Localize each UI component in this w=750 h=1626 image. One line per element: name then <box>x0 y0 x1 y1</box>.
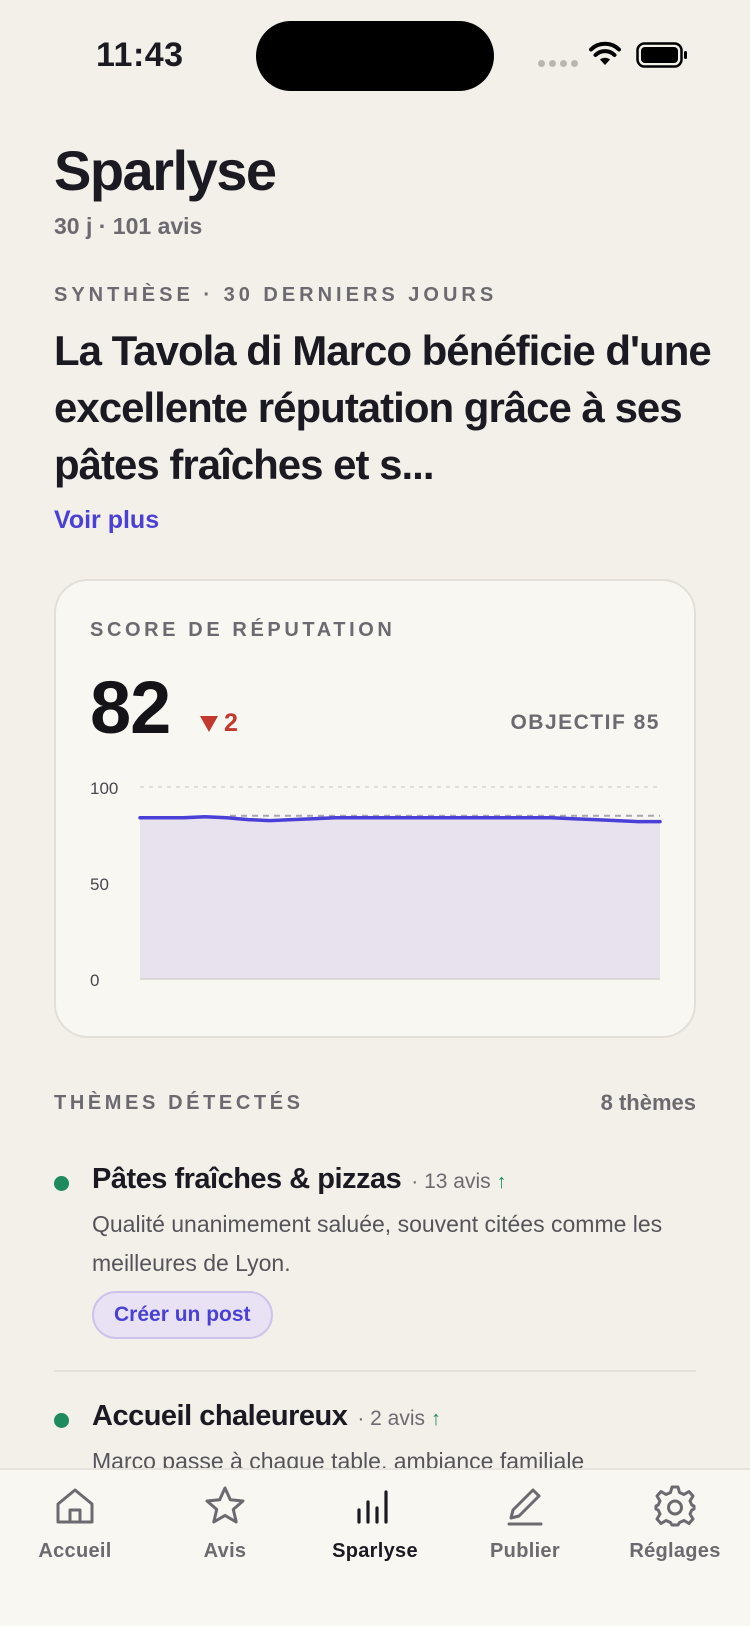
chart-y-tick-label: 50 <box>90 875 109 894</box>
tab-label: Accueil <box>38 1540 112 1562</box>
tab-label: Réglages <box>629 1540 721 1562</box>
theme-review-count: · 13 avis <box>411 1170 491 1193</box>
triangle-down-icon <box>200 715 218 732</box>
reputation-score: 82 <box>90 666 171 749</box>
summary-text: La Tavola di Marco bénéficie d'une excel… <box>54 327 712 488</box>
tab-label: Avis <box>203 1540 247 1562</box>
themes-heading: THÈMES DÉTECTÉS <box>54 1092 304 1114</box>
pen-icon <box>507 1488 543 1526</box>
tab-avis[interactable]: Avis <box>150 1470 300 1570</box>
cellular-signal-icon <box>538 60 578 67</box>
theme-item[interactable]: Accueil chaleureux · 2 avis ↑ Marco pass… <box>54 1400 696 1474</box>
trend-up-icon: ↑ <box>496 1171 507 1193</box>
reputation-chart: 100 50 0 <box>90 779 662 990</box>
chart-area-fill <box>140 816 660 979</box>
gear-icon <box>654 1485 696 1527</box>
dynamic-island <box>256 21 494 91</box>
theme-description: Qualité unanimement saluée, souvent cité… <box>92 1211 663 1276</box>
status-bar: 11:43 <box>0 0 750 110</box>
summary-kicker: SYNTHÈSE · 30 DERNIERS JOURS <box>54 284 498 306</box>
create-post-button[interactable]: Créer un post <box>92 1291 273 1339</box>
tab-publier[interactable]: Publier <box>450 1470 600 1570</box>
score-target: OBJECTIF 85 <box>510 711 660 734</box>
trend-up-icon: ↑ <box>431 1408 442 1430</box>
page-title: Sparlyse <box>54 139 277 202</box>
bar-chart-icon <box>357 1490 388 1524</box>
theme-title: Accueil chaleureux <box>92 1400 348 1432</box>
status-time: 11:43 <box>96 36 184 74</box>
theme-review-count: · 2 avis <box>357 1407 426 1430</box>
home-icon <box>56 1488 94 1524</box>
score-card-label: SCORE DE RÉPUTATION <box>90 619 396 641</box>
tab-reglages[interactable]: Réglages <box>600 1470 750 1570</box>
chart-y-tick-label: 0 <box>90 971 99 990</box>
theme-status-dot <box>54 1176 69 1191</box>
battery-icon <box>636 42 687 68</box>
tab-bar: Accueil Avis Sparlyse Publier Réglages <box>0 1468 750 1626</box>
theme-title: Pâtes fraîches & pizzas <box>92 1163 402 1195</box>
tab-sparlyse[interactable]: Sparlyse <box>300 1470 450 1570</box>
star-icon <box>205 1486 245 1524</box>
themes-count[interactable]: 8 thèmes <box>601 1090 696 1116</box>
tab-accueil[interactable]: Accueil <box>0 1470 150 1570</box>
see-more-link[interactable]: Voir plus <box>54 506 159 535</box>
theme-status-dot <box>54 1413 69 1428</box>
tab-label: Publier <box>490 1540 560 1562</box>
wifi-icon <box>589 41 621 65</box>
score-delta: 2 <box>200 709 238 738</box>
score-delta-value: 2 <box>224 709 238 737</box>
chart-y-tick-label: 100 <box>90 779 118 798</box>
divider <box>54 1370 696 1372</box>
reputation-score-card: SCORE DE RÉPUTATION 82 2 OBJECTIF 85 100… <box>54 579 696 1038</box>
theme-item[interactable]: Pâtes fraîches & pizzas · 13 avis ↑ Qual… <box>54 1163 696 1343</box>
tab-label: Sparlyse <box>332 1540 418 1562</box>
page-subtitle: 30 j · 101 avis <box>54 213 203 239</box>
